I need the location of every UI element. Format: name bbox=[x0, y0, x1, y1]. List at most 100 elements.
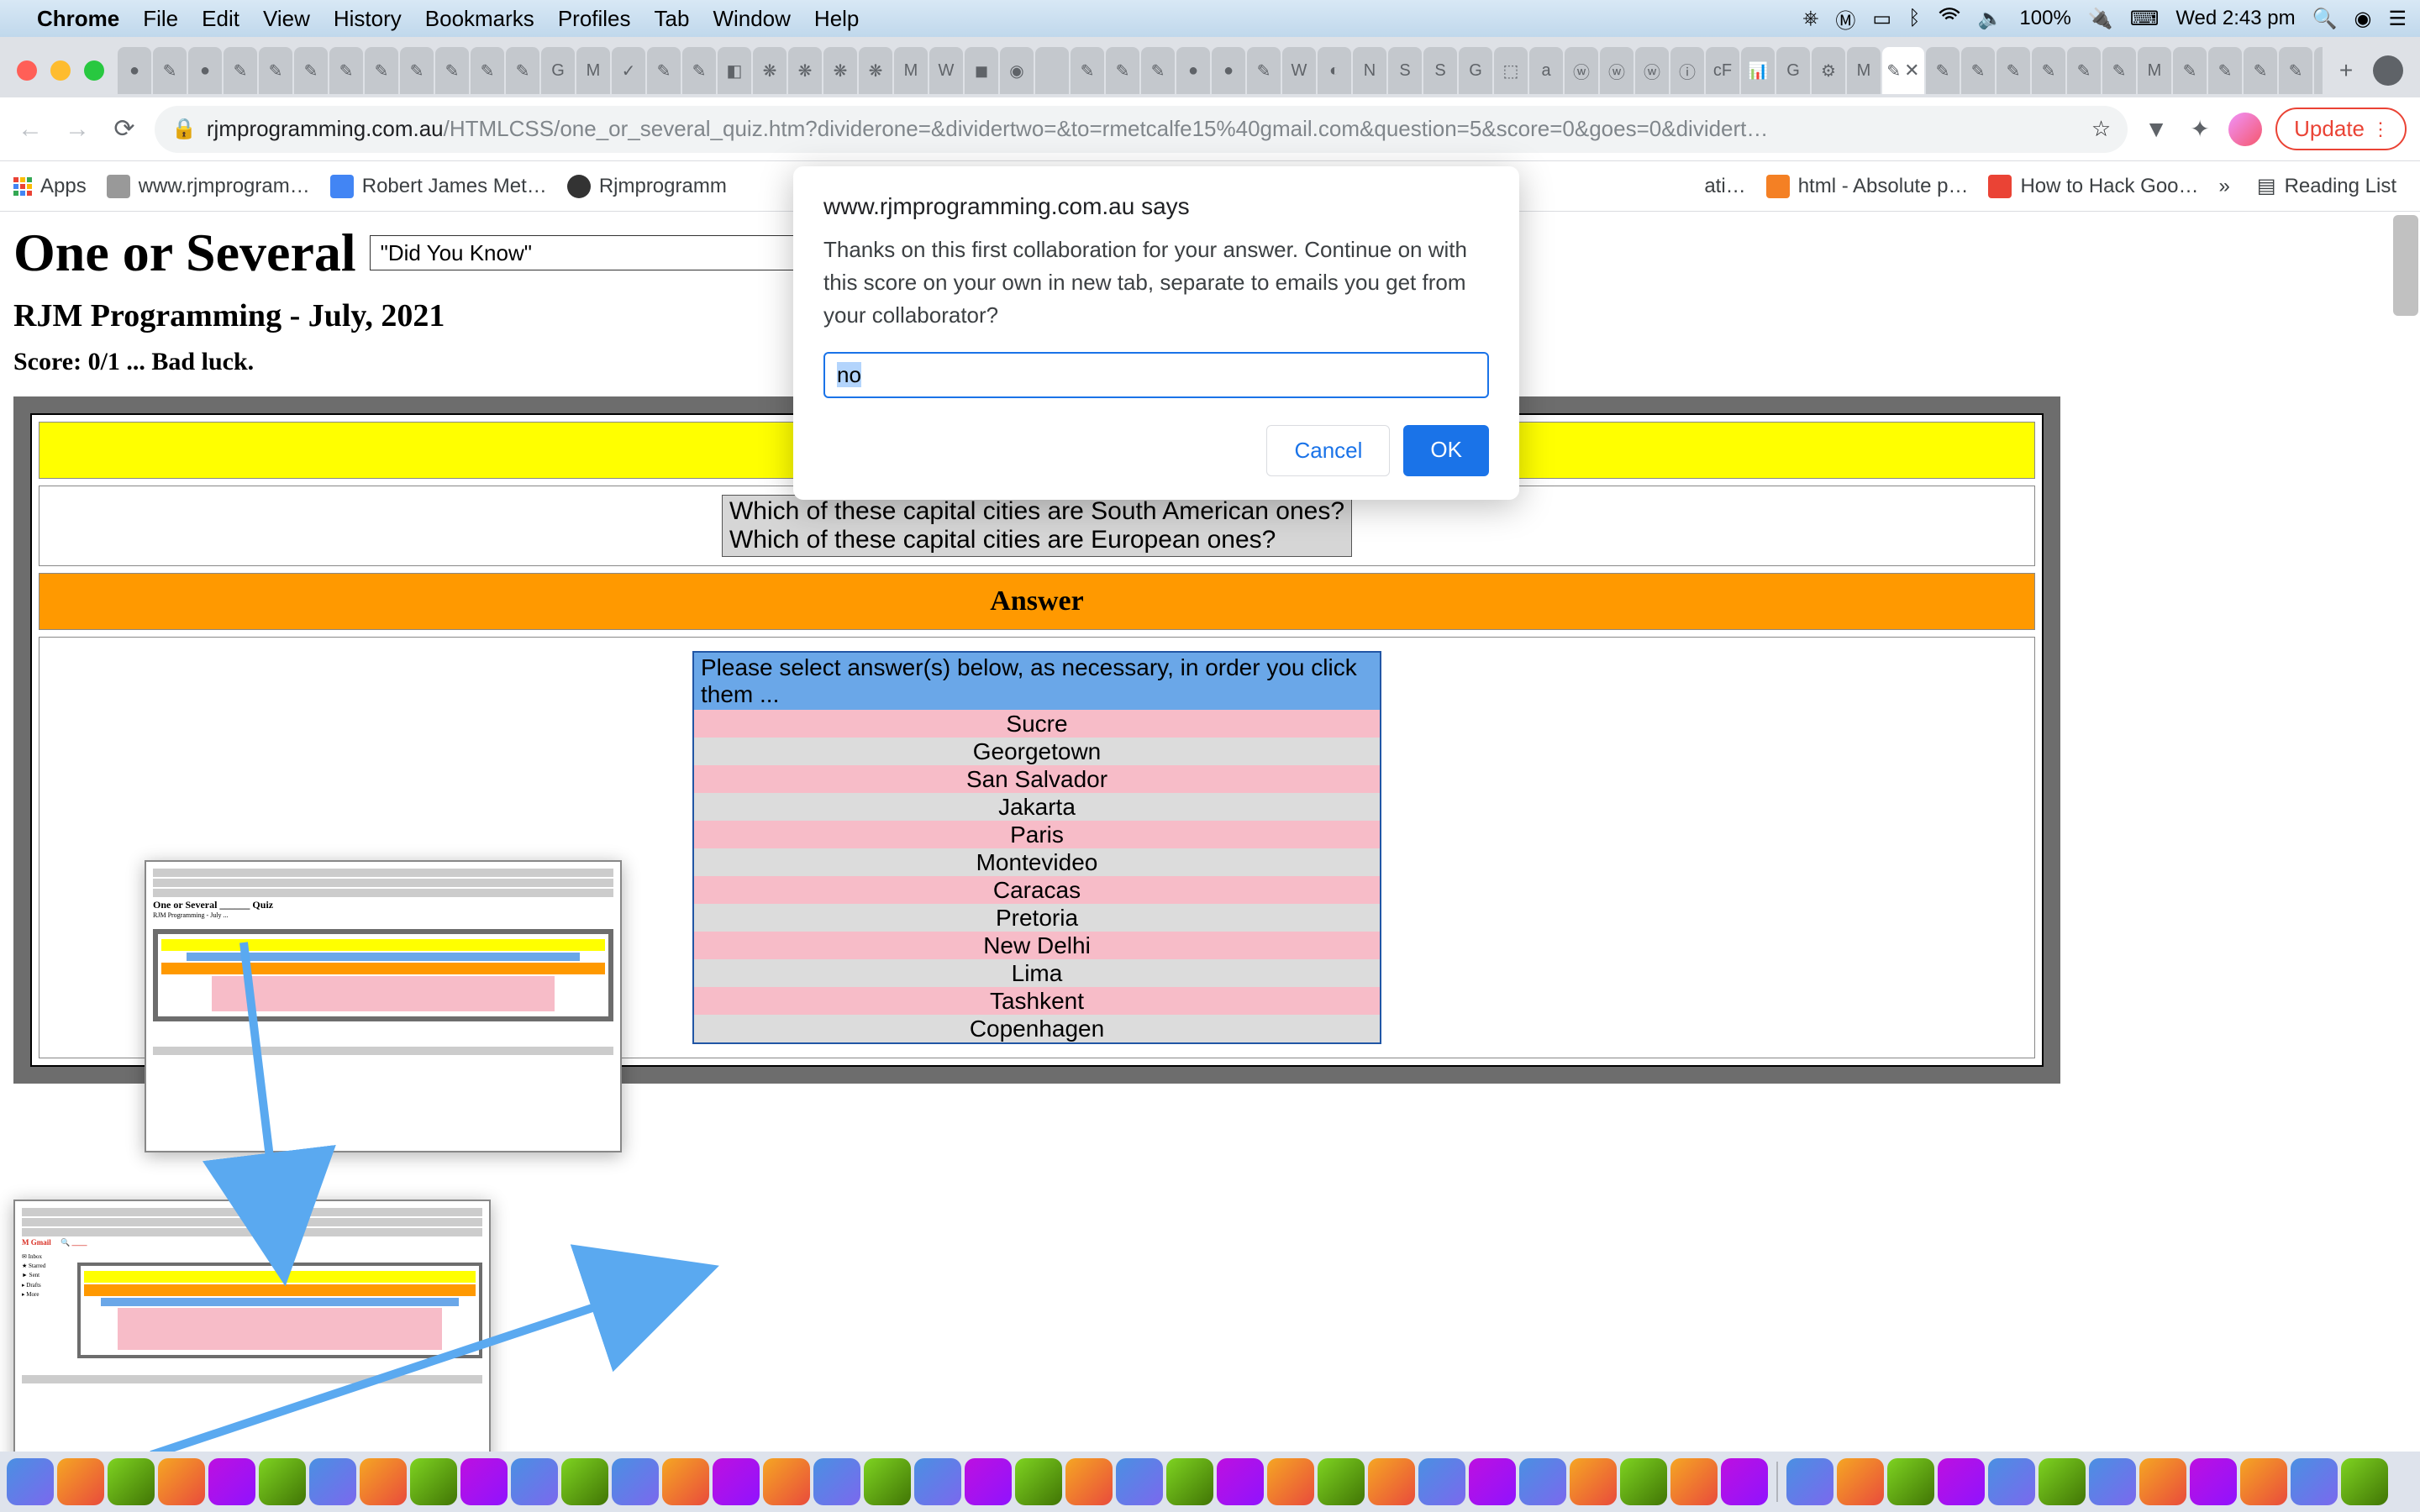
browser-tab[interactable]: W bbox=[1282, 47, 1316, 94]
cancel-button[interactable]: Cancel bbox=[1266, 425, 1390, 476]
browser-tab[interactable]: ◐ bbox=[1318, 47, 1351, 94]
answer-option[interactable]: Pretoria bbox=[694, 904, 1380, 932]
bookmark-item[interactable]: www.rjmprogram… bbox=[107, 175, 310, 198]
menu-history[interactable]: History bbox=[334, 6, 402, 32]
dock-app-icon[interactable] bbox=[1938, 1458, 1985, 1505]
dock-app-icon[interactable] bbox=[965, 1458, 1012, 1505]
dock-app-icon[interactable] bbox=[1217, 1458, 1264, 1505]
browser-tab[interactable]: ● bbox=[188, 47, 222, 94]
star-icon[interactable]: ☆ bbox=[2091, 116, 2111, 142]
bookmark-overflow-button[interactable]: » bbox=[2219, 175, 2230, 198]
menubar-app[interactable]: Chrome bbox=[37, 6, 119, 32]
answer-option[interactable]: Lima bbox=[694, 959, 1380, 987]
dock-app-icon[interactable] bbox=[360, 1458, 407, 1505]
answer-option[interactable]: Caracas bbox=[694, 876, 1380, 904]
control-center-icon[interactable]: ☰ bbox=[2388, 7, 2407, 31]
dock-app-icon[interactable] bbox=[7, 1458, 54, 1505]
vertical-scrollbar[interactable] bbox=[2393, 215, 2418, 316]
browser-tab[interactable]: ✎ bbox=[2067, 47, 2101, 94]
dock-app-icon[interactable] bbox=[662, 1458, 709, 1505]
browser-tab[interactable]: ❋ bbox=[823, 47, 857, 94]
browser-tab[interactable]: ✎ bbox=[2032, 47, 2065, 94]
browser-tab[interactable]: ● bbox=[118, 47, 151, 94]
answer-option[interactable]: Georgetown bbox=[694, 738, 1380, 765]
lock-icon[interactable]: 🔒 bbox=[171, 117, 197, 141]
answer-option[interactable]: Copenhagen bbox=[694, 1015, 1380, 1042]
dock-app-icon[interactable] bbox=[1469, 1458, 1516, 1505]
browser-tab[interactable]: ◼ bbox=[965, 47, 998, 94]
browser-tab[interactable]: ✎ bbox=[2244, 47, 2277, 94]
dock-app-icon[interactable] bbox=[108, 1458, 155, 1505]
browser-tab[interactable]: M bbox=[2138, 47, 2171, 94]
address-bar[interactable]: 🔒 rjmprogramming.com.au/HTMLCSS/one_or_s… bbox=[155, 106, 2128, 153]
browser-tab[interactable]: ✎ bbox=[365, 47, 398, 94]
dock-app-icon[interactable] bbox=[1988, 1458, 2035, 1505]
menu-tab[interactable]: Tab bbox=[655, 6, 690, 32]
browser-tab[interactable]: M bbox=[576, 47, 610, 94]
browser-tab[interactable] bbox=[1035, 47, 1069, 94]
answer-option[interactable]: Jakarta bbox=[694, 793, 1380, 821]
browser-tab[interactable]: 📊 bbox=[1741, 47, 1775, 94]
menu-view[interactable]: View bbox=[263, 6, 310, 32]
browser-tab[interactable]: ◉ bbox=[1000, 47, 1034, 94]
dock-app-icon[interactable] bbox=[864, 1458, 911, 1505]
menu-bookmarks[interactable]: Bookmarks bbox=[425, 6, 534, 32]
browser-tab[interactable]: ⓦ bbox=[1635, 47, 1669, 94]
dock-app-icon[interactable] bbox=[1670, 1458, 1718, 1505]
screen-mirror-icon[interactable]: ▭ bbox=[1872, 7, 1891, 31]
browser-tab[interactable]: ✎ bbox=[1996, 47, 2030, 94]
answer-multiselect[interactable]: Please select answer(s) below, as necess… bbox=[692, 651, 1381, 1044]
dock-app-icon[interactable] bbox=[1620, 1458, 1667, 1505]
dock-app-icon[interactable] bbox=[612, 1458, 659, 1505]
dock-app-icon[interactable] bbox=[460, 1458, 508, 1505]
extension-icon[interactable]: ▼ bbox=[2141, 114, 2171, 144]
browser-tab[interactable]: ✎ bbox=[329, 47, 363, 94]
dock-app-icon[interactable] bbox=[1721, 1458, 1768, 1505]
answer-option[interactable]: Tashkent bbox=[694, 987, 1380, 1015]
browser-tab[interactable]: a bbox=[1529, 47, 1563, 94]
profile-tab-indicator[interactable] bbox=[2373, 55, 2403, 86]
browser-tab[interactable]: ❋ bbox=[859, 47, 892, 94]
dock-app-icon[interactable] bbox=[763, 1458, 810, 1505]
reload-button[interactable]: ⟳ bbox=[108, 113, 141, 146]
menu-file[interactable]: File bbox=[143, 6, 178, 32]
battery-icon[interactable]: 🔌 bbox=[2088, 7, 2113, 31]
dock-app-icon[interactable] bbox=[561, 1458, 608, 1505]
browser-tab[interactable]: ✎ bbox=[294, 47, 328, 94]
quiz-topic-select[interactable]: "Did You Know" bbox=[370, 235, 807, 270]
profile-avatar[interactable] bbox=[2228, 113, 2262, 146]
browser-tab[interactable]: ● bbox=[1212, 47, 1245, 94]
forward-button[interactable]: → bbox=[60, 113, 94, 146]
browser-tab[interactable]: ✎ bbox=[647, 47, 681, 94]
browser-tab[interactable]: ✎ bbox=[2173, 47, 2207, 94]
browser-tab[interactable]: ✎ bbox=[2279, 47, 2312, 94]
dock-app-icon[interactable] bbox=[2190, 1458, 2237, 1505]
dock-app-icon[interactable] bbox=[2341, 1458, 2388, 1505]
back-button[interactable]: ← bbox=[13, 113, 47, 146]
clock[interactable]: Wed 2:43 pm bbox=[2175, 7, 2295, 30]
dock-app-icon[interactable] bbox=[309, 1458, 356, 1505]
bookmark-item[interactable]: Robert James Met… bbox=[330, 175, 547, 198]
browser-tab[interactable]: ⬚ bbox=[1494, 47, 1528, 94]
prompt-input[interactable]: no bbox=[823, 352, 1489, 398]
answer-option[interactable]: San Salvador bbox=[694, 765, 1380, 793]
browser-tab[interactable]: M bbox=[894, 47, 928, 94]
dock-app-icon[interactable] bbox=[1015, 1458, 1062, 1505]
browser-tab[interactable]: ✎ bbox=[259, 47, 292, 94]
apps-button[interactable]: Apps bbox=[13, 175, 87, 198]
browser-tab[interactable]: ✎ bbox=[400, 47, 434, 94]
browser-tab[interactable]: ✎ bbox=[1247, 47, 1281, 94]
browser-tab[interactable]: ⓦ bbox=[1600, 47, 1634, 94]
dock-app-icon[interactable] bbox=[1837, 1458, 1884, 1505]
browser-tab[interactable]: ✎ bbox=[506, 47, 539, 94]
dock-app-icon[interactable] bbox=[1786, 1458, 1833, 1505]
browser-tab[interactable]: ✎ bbox=[682, 47, 716, 94]
dock-app-icon[interactable] bbox=[713, 1458, 760, 1505]
dock-app-icon[interactable] bbox=[208, 1458, 255, 1505]
update-button[interactable]: Update⋮ bbox=[2275, 108, 2407, 150]
dock-app-icon[interactable] bbox=[1570, 1458, 1617, 1505]
answer-option[interactable]: Sucre bbox=[694, 710, 1380, 738]
dock-app-icon[interactable] bbox=[2139, 1458, 2186, 1505]
ok-button[interactable]: OK bbox=[1403, 425, 1489, 476]
dock-app-icon[interactable] bbox=[158, 1458, 205, 1505]
